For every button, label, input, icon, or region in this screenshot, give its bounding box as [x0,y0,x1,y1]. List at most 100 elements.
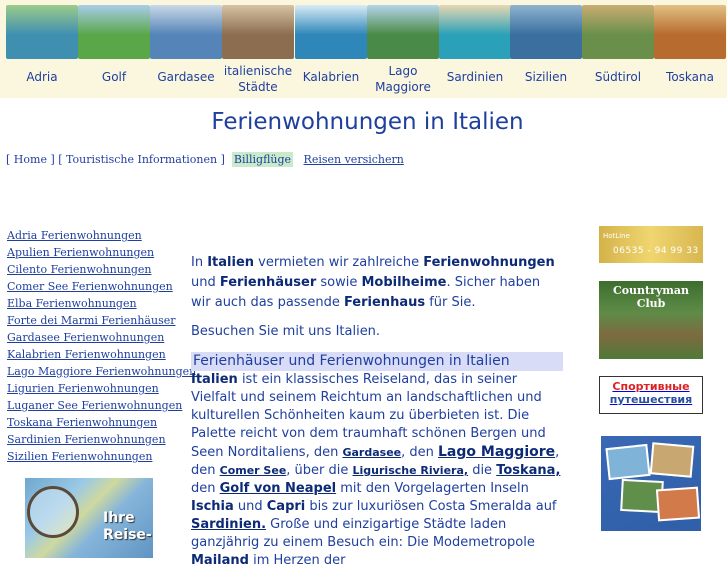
left-link[interactable]: Sardinien Ferienwohnungen [7,431,182,448]
section-heading: Ferienhäuser und Ferienwohnungen in Ital… [191,352,563,371]
nav-item-adria[interactable]: Adria [6,5,78,85]
body-text: , den [401,445,439,460]
body-text: die [468,463,497,478]
sizilien-thumbnail [510,5,582,59]
hotline-title: HotLine [603,232,630,240]
left-link[interactable]: Comer See Ferienwohnungen [7,278,182,295]
nav-item-toskana[interactable]: Toskana [654,5,726,85]
sport-travel-banner[interactable]: Спортивные путешествия [599,376,703,414]
link-ligurische-riviera[interactable]: Ligurische Riviera, [353,464,469,477]
link-lago-maggiore[interactable]: Lago Maggiore [438,444,555,460]
left-link[interactable]: Sizilien Ferienwohnungen [7,448,182,465]
breadcrumb-flights[interactable]: Billigflüge [231,152,294,167]
body-bold: Italien [191,372,238,387]
nav-item-kalabrien[interactable]: Kalabrien [295,5,367,85]
nav-label-golf: Golf [101,70,127,84]
link-gardasee[interactable]: Gardasee [342,446,401,459]
intro-text: und [191,275,220,290]
sport-travel-line2: путешествия [609,393,693,406]
breadcrumb-tourist-info[interactable]: Touristische Informationen [66,153,217,166]
link-comer-see[interactable]: Comer See [220,464,287,477]
nav-item-staedte[interactable]: italienische Städte [222,5,294,95]
left-link-list: Adria Ferienwohnungen Apulien Ferienwohn… [7,227,196,465]
nav-label-kalabrien: Kalabrien [302,70,360,84]
countryman-club-title: Countryman Club [612,284,690,310]
intro-bold: Ferienhaus [343,295,426,310]
bracket-separator: ] [ [46,153,67,166]
intro-text: für Sie. [425,295,476,310]
sardinien-thumbnail [439,5,511,59]
body-text: den [191,481,220,496]
intro-bold: Mobilheime [361,275,447,290]
main-content: In Italien vermieten wir zahlreiche Feri… [191,253,563,570]
link-toskana[interactable]: Toskana, [496,463,560,478]
nav-label-toskana: Toskana [666,70,714,84]
body-bold: Ischia [191,499,234,514]
page-title: Ferienwohnungen in Italien [211,109,524,135]
bracket-open: [ [6,153,14,166]
countryman-club-banner[interactable]: Countryman Club [599,281,703,359]
left-link[interactable]: Luganer See Ferienwohnungen [7,397,182,414]
left-link[interactable]: Cilento Ferienwohnungen [7,261,182,278]
hotline-number: 06535 - 94 99 33 [613,246,699,256]
nav-label-lago-maggiore: Lago Maggiore [375,64,431,94]
nav-label-sardinien: Sardinien [446,70,504,84]
travel-map-banner[interactable]: Ihre Reise- [25,478,153,558]
golf-thumbnail [78,5,150,59]
intro-text: In [191,255,208,270]
left-link[interactable]: Apulien Ferienwohnungen [7,244,182,261]
body-text: , über die [286,463,353,478]
breadcrumb: [ Home ] [ Touristische Informationen ] … [6,152,404,167]
magnifier-icon [27,486,79,538]
lago-maggiore-thumbnail [367,5,439,59]
nav-label-suedtirol: Südtirol [594,70,642,84]
breadcrumb-insurance[interactable]: Reisen versichern [304,153,404,166]
intro-text: sowie [316,275,362,290]
nav-label-staedte: italienische Städte [223,64,293,94]
left-link[interactable]: Adria Ferienwohnungen [7,227,182,244]
nav-item-suedtirol[interactable]: Südtirol [582,5,654,85]
map-banner-text: Ihre Reise- [103,510,152,544]
breadcrumb-home[interactable]: Home [14,153,47,166]
intro-bold: Ferienhäuser [219,275,317,290]
intro-bold: Italien [207,255,255,270]
staedte-thumbnail [222,5,294,59]
left-link[interactable]: Gardasee Ferienwohnungen [7,329,182,346]
intro-bold: Ferienwohnungen [423,255,555,270]
gardasee-thumbnail [150,5,222,59]
left-link[interactable]: Lago Maggiore Ferienwohnungen [7,363,196,380]
nav-item-gardasee[interactable]: Gardasee [150,5,222,85]
left-link[interactable]: Elba Ferienwohnungen [7,295,182,312]
map-banner-line1: Ihre [103,510,135,526]
nav-item-sardinien[interactable]: Sardinien [439,5,511,85]
visit-text: Besuchen Sie mit uns Italien. [191,324,381,339]
toskana-thumbnail [654,5,726,59]
body-text: im Herzen der [248,553,346,568]
body-bold: Mailand [191,553,249,568]
photo-thumbnail [605,443,651,481]
nav-label-gardasee: Gardasee [157,70,215,84]
left-link[interactable]: Forte dei Marmi Ferienhäuser [7,312,182,329]
intro-paragraph: In Italien vermieten wir zahlreiche Feri… [191,253,563,313]
body-paragraph: Italien ist ein klassisches Reiseland, d… [191,371,563,570]
bracket-close: ] [217,153,232,166]
body-bold: Capri [266,499,306,514]
sport-travel-line1: Спортивные [612,380,690,393]
photo-thumbnail [649,442,695,478]
nav-item-sizilien[interactable]: Sizilien [510,5,582,85]
nav-label-adria: Adria [26,70,58,84]
left-link[interactable]: Kalabrien Ferienwohnungen [7,346,182,363]
photo-collage-banner[interactable] [601,436,701,531]
suedtirol-thumbnail [582,5,654,59]
link-sardinien[interactable]: Sardinien. [191,517,266,532]
link-golf-von-neapel[interactable]: Golf von Neapel [220,481,336,496]
body-text: bis zur luxuriösen Costa Smeralda auf [305,499,557,514]
adria-thumbnail [6,5,78,59]
nav-item-golf[interactable]: Golf [78,5,150,85]
left-link[interactable]: Ligurien Ferienwohnungen [7,380,182,397]
nav-item-lago-maggiore[interactable]: Lago Maggiore [367,5,439,95]
body-text: und [233,499,267,514]
hotline-banner[interactable]: HotLine 06535 - 94 99 33 [599,226,703,263]
left-link[interactable]: Toskana Ferienwohnungen [7,414,182,431]
top-navigation: Adria Golf Gardasee italienische Städte … [0,0,727,98]
